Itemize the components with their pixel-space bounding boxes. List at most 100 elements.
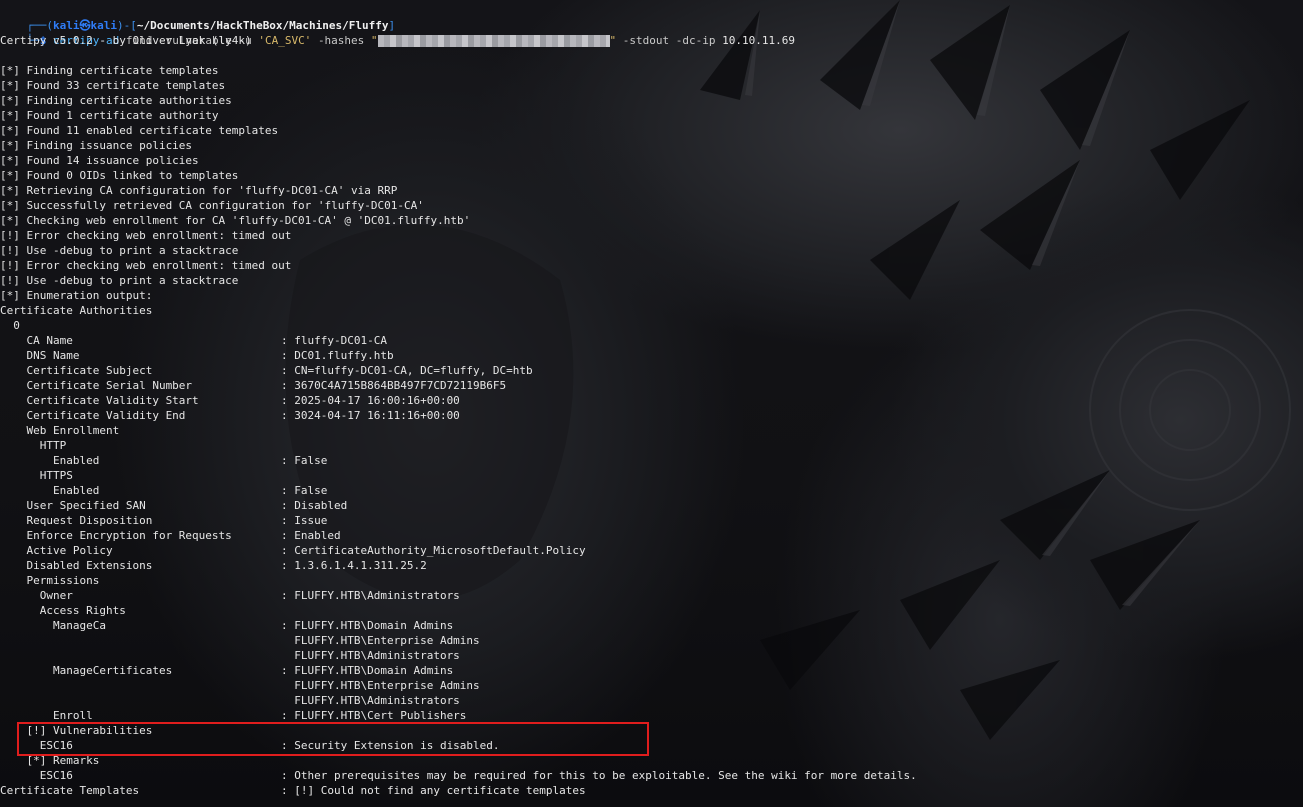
kv-key: ESC16: [0, 769, 73, 782]
command-hashes-flag: -hashes: [317, 34, 365, 47]
kv-key: Web Enrollment: [0, 424, 120, 437]
output-line: [!] Use -debug to print a stacktrace: [0, 244, 239, 257]
kv-row: Permissions: [0, 573, 99, 588]
kv-value: : [!] Could not find any certificate tem…: [281, 784, 586, 797]
remark-row: ESC16 : Other prerequisites may be requir…: [0, 768, 917, 783]
kv-key: Owner: [0, 589, 73, 602]
kv-key: ManageCertificates: [0, 664, 173, 677]
kv-key: Enforce Encryption for Requests: [0, 529, 232, 542]
kv-key: Certificate Validity End: [0, 409, 186, 422]
kv-value: FLUFFY.HTB\Enterprise Admins: [281, 679, 480, 692]
kv-row: Enforce Encryption for Requests : Enabled: [0, 528, 340, 543]
kv-row: Owner : FLUFFY.HTB\Administrators: [0, 588, 460, 603]
kv-row: Certificate Validity End : 3024-04-17 16:…: [0, 408, 459, 423]
kv-row: HTTP: [0, 438, 67, 453]
output-line: [*] Finding certificate authorities: [0, 94, 232, 107]
kv-key: DNS Name: [0, 349, 80, 362]
kv-row: Web Enrollment: [0, 423, 119, 438]
output-line: [!] Use -debug to print a stacktrace: [0, 274, 239, 287]
kv-key: HTTPS: [0, 469, 73, 482]
kv-value: : FLUFFY.HTB\Domain Admins: [281, 619, 454, 632]
kv-key: HTTP: [0, 439, 67, 452]
output-line: [*] Retrieving CA configuration for 'flu…: [0, 184, 398, 197]
hash-quote-close: ": [609, 34, 617, 47]
hash-quote-open: ": [370, 34, 378, 47]
kv-key: Request Disposition: [0, 514, 153, 527]
kv-value: : fluffy-DC01-CA: [281, 334, 387, 347]
command-line[interactable]: └─$ certipy-ad find -vulnerable -u 'CA_S…: [0, 18, 795, 47]
kv-row: HTTPS: [0, 468, 73, 483]
kv-value: FLUFFY.HTB\Administrators: [281, 694, 460, 707]
output-line: [*] Found 11 enabled certificate templat…: [0, 124, 279, 137]
kv-row: ManageCa : FLUFFY.HTB\Domain Admins: [0, 618, 453, 633]
kv-row: Enroll : FLUFFY.HTB\Cert Publishers: [0, 708, 466, 723]
kv-key: ManageCa: [0, 619, 106, 632]
kv-key: Permissions: [0, 574, 100, 587]
command-ip: 10.10.11.69: [722, 34, 795, 47]
kv-row: Certificate Serial Number : 3670C4A715B86…: [0, 378, 506, 393]
kv-row: Active Policy : CertificateAuthority_Micr…: [0, 543, 585, 558]
kv-value: : Other prerequisites may be required fo…: [281, 769, 917, 782]
kv-value: : 2025-04-17 16:00:16+00:00: [281, 394, 460, 407]
prompt-line: ┌──(kali㉿kali)-[~/Documents/HackTheBox/M…: [0, 3, 396, 32]
kv-key: Enabled: [0, 454, 100, 467]
output-line: [*] Found 0 OIDs linked to templates: [0, 169, 239, 182]
kv-row: User Specified SAN : Disabled: [0, 498, 347, 513]
output-line: [*] Enumeration output:: [0, 289, 153, 302]
kv-value: : CertificateAuthority_MicrosoftDefault.…: [281, 544, 586, 557]
kv-row: Certificate Validity Start : 2025-04-17 1…: [0, 393, 459, 408]
kv-value: : 1.3.6.1.4.1.311.25.2: [281, 559, 427, 572]
output-line: [*] Finding certificate templates: [0, 64, 219, 77]
output-line: [*] Checking web enrollment for CA 'fluf…: [0, 214, 471, 227]
kv-row: Access Rights: [0, 603, 126, 618]
kv-key: Disabled Extensions: [0, 559, 153, 572]
kv-value: : False: [281, 454, 328, 467]
kv-row: Certificate Templates : [!] Could not fin…: [0, 783, 586, 798]
kv-value: : 3024-04-17 16:11:16+00:00: [281, 409, 460, 422]
output-line: [*] Successfully retrieved CA configurat…: [0, 199, 424, 212]
kv-row: Certificate Subject : CN=fluffy-DC01-CA, …: [0, 363, 532, 378]
kv-key: User Specified SAN: [0, 499, 146, 512]
output-line: [*] Found 33 certificate templates: [0, 79, 226, 92]
kv-key: Enabled: [0, 484, 100, 497]
output-line: [!] Error checking web enrollment: timed…: [0, 229, 292, 242]
section-heading: Certificate Authorities: [0, 304, 153, 317]
kv-key: CA Name: [0, 334, 73, 347]
kv-row: ManageCertificates : FLUFFY.HTB\Domain Ad…: [0, 663, 453, 678]
kv-value: : DC01.fluffy.htb: [281, 349, 394, 362]
kv-row: Request Disposition : Issue: [0, 513, 327, 528]
output-line: [*] Finding issuance policies: [0, 139, 193, 152]
kv-key: Certificate Validity Start: [0, 394, 199, 407]
kv-row: CA Name : fluffy-DC01-CA: [0, 333, 386, 348]
kv-value: : Disabled: [281, 499, 348, 512]
command-args-b: -stdout -dc-ip: [622, 34, 716, 47]
kv-key: Active Policy: [0, 544, 113, 557]
kv-key: Certificate Templates: [0, 784, 140, 797]
kv-value: : Enabled: [281, 529, 341, 542]
kv-value: : Issue: [281, 514, 328, 527]
kv-value: : False: [281, 484, 328, 497]
kv-row: DNS Name : DC01.fluffy.htb: [0, 348, 393, 363]
output-line: 0: [0, 319, 20, 332]
vulnerability-highlight-box: [17, 722, 649, 756]
kv-value: FLUFFY.HTB\Administrators: [281, 649, 460, 662]
kv-value: : FLUFFY.HTB\Domain Admins: [281, 664, 454, 677]
kv-value: FLUFFY.HTB\Enterprise Admins: [281, 634, 480, 647]
kv-value: : 3670C4A715B864BB497F7CD72119B6F5: [281, 379, 507, 392]
terminal-window[interactable]: ┌──(kali㉿kali)-[~/Documents/HackTheBox/M…: [0, 0, 1303, 807]
kv-key: Access Rights: [0, 604, 126, 617]
kv-value: : FLUFFY.HTB\Cert Publishers: [281, 709, 467, 722]
kv-row: Enabled : False: [0, 453, 327, 468]
output-line: Certipy v5.0.2 - by Oliver Lyak (ly4k): [0, 34, 252, 47]
redacted-hash: [377, 35, 610, 47]
kv-key: Certificate Subject: [0, 364, 153, 377]
kv-key: Enroll: [0, 709, 93, 722]
output-line: [*] Found 14 issuance policies: [0, 154, 199, 167]
kv-row: Enabled : False: [0, 483, 327, 498]
kv-value: : FLUFFY.HTB\Administrators: [281, 589, 460, 602]
kv-row: Disabled Extensions : 1.3.6.1.4.1.311.25.…: [0, 558, 426, 573]
kv-value: : CN=fluffy-DC01-CA, DC=fluffy, DC=htb: [281, 364, 533, 377]
kv-key: Certificate Serial Number: [0, 379, 193, 392]
output-line: [*] Found 1 certificate authority: [0, 109, 219, 122]
command-user-arg: 'CA_SVC': [258, 34, 312, 47]
